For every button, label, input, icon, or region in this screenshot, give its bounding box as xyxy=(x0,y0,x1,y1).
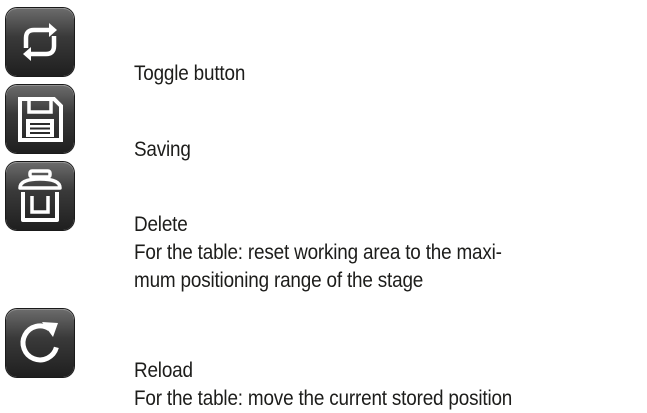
toggle-label: Toggle button xyxy=(134,62,246,85)
delete-desc-line-1: For the table: reset working area to the… xyxy=(134,241,502,264)
reload-icon xyxy=(6,309,74,377)
save-icon xyxy=(6,85,74,153)
delete-label: Delete xyxy=(134,213,188,236)
reload-desc-line-1: For the table: move the current stored p… xyxy=(134,387,513,410)
reload-label: Reload xyxy=(134,359,193,382)
saving-label: Saving xyxy=(134,138,191,161)
toggle-icon xyxy=(6,8,74,76)
delete-desc-line-2: mum positioning range of the stage xyxy=(134,269,424,292)
trash-icon xyxy=(6,162,74,230)
